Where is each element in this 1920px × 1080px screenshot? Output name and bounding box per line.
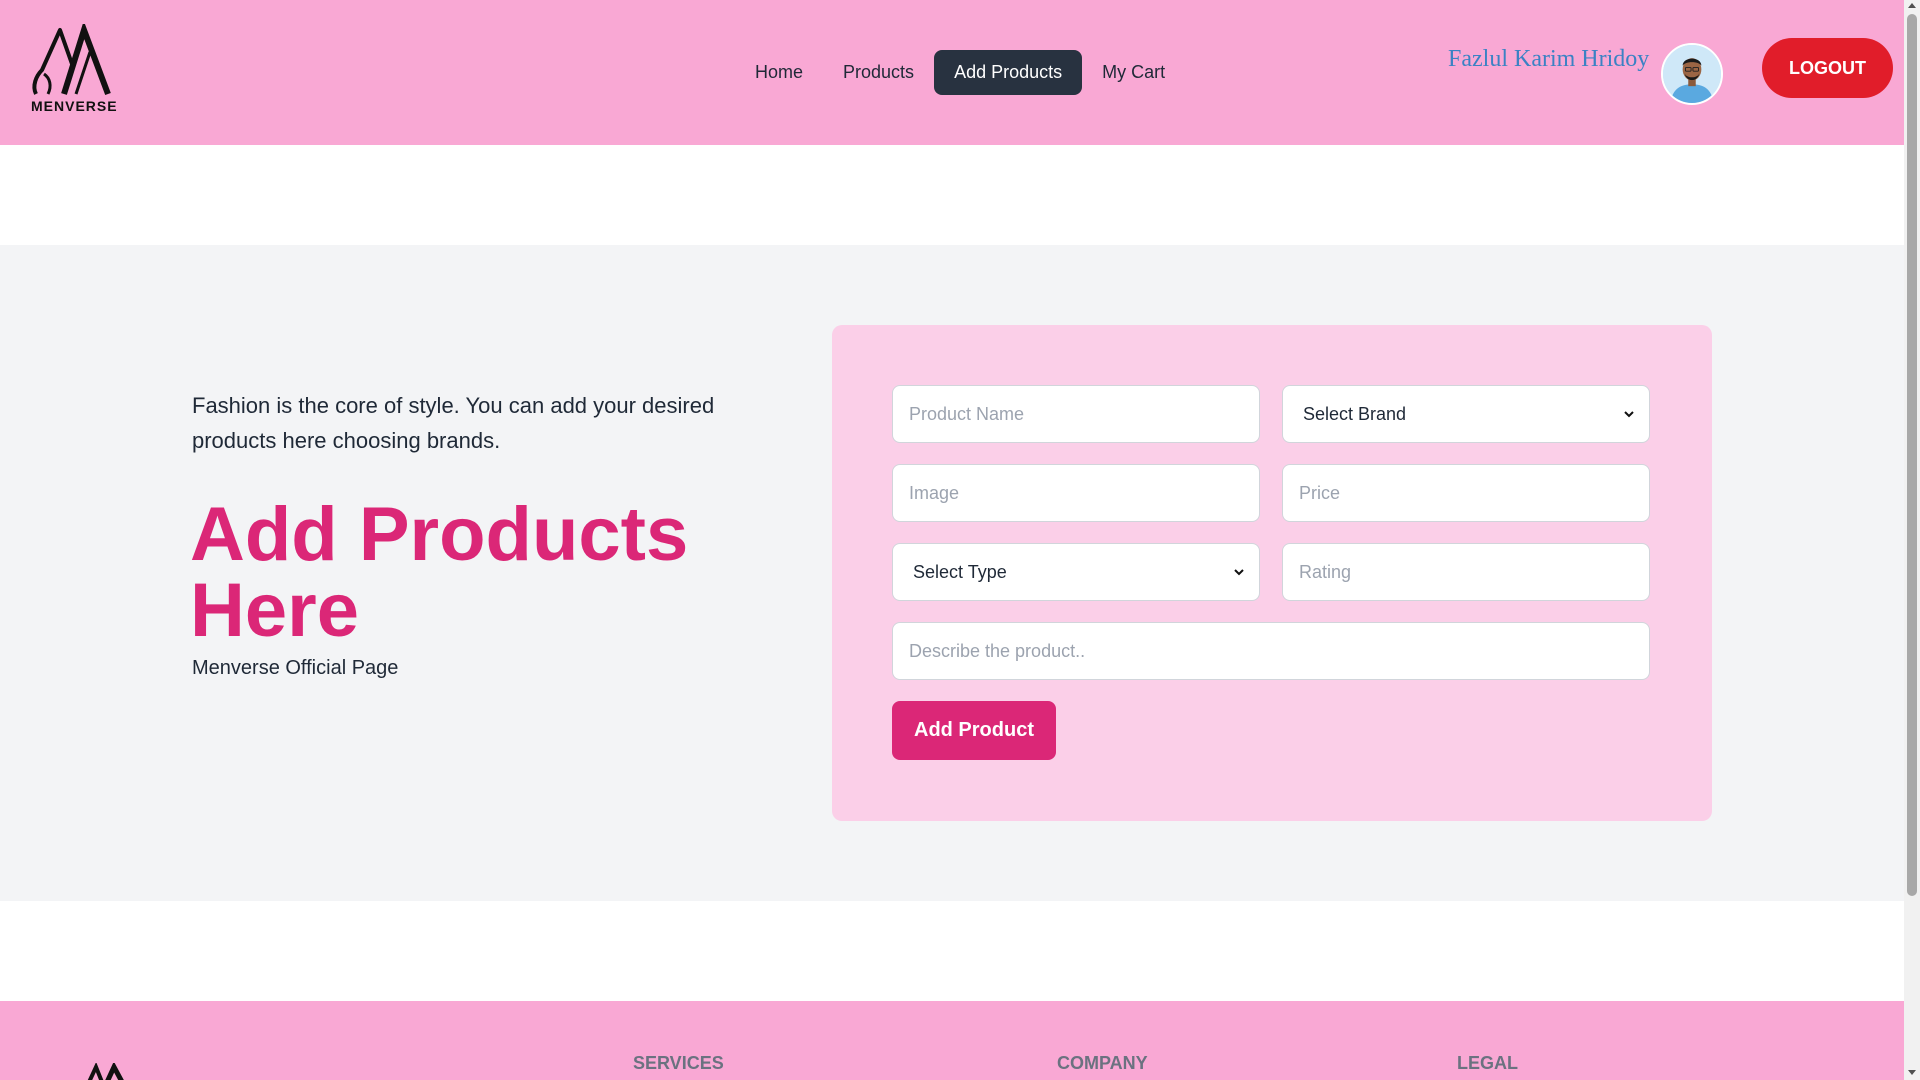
product-name-input[interactable]: Product Name	[892, 385, 1260, 443]
brand-select-value: Select Brand	[1303, 404, 1407, 424]
logout-button[interactable]: LOGOUT	[1762, 38, 1893, 98]
menverse-logo-icon[interactable]	[80, 1063, 140, 1080]
site-footer: SERVICES COMPANY LEGAL	[0, 1001, 1904, 1080]
description-placeholder: Describe the product..	[909, 641, 1086, 661]
rating-placeholder: Rating	[1299, 562, 1352, 582]
footer-heading-services: SERVICES	[633, 1053, 724, 1073]
page-scrollbar[interactable]	[1904, 0, 1920, 1080]
scroll-thumb[interactable]	[1907, 14, 1917, 896]
scroll-down-icon[interactable]	[1908, 1070, 1916, 1075]
user-name: Fazlul Karim Hridoy	[1448, 46, 1650, 72]
product-name-placeholder: Product Name	[909, 404, 1025, 424]
nav-home[interactable]: Home	[735, 50, 823, 95]
scroll-up-icon[interactable]	[1908, 3, 1916, 8]
description-input[interactable]: Describe the product..	[892, 622, 1650, 680]
footer-heading-company: COMPANY	[1057, 1053, 1148, 1073]
page-subtitle: Menverse Official Page	[192, 657, 399, 679]
add-product-button[interactable]: Add Product	[892, 701, 1056, 760]
nav-add-products[interactable]: Add Products	[934, 50, 1083, 95]
site-header: MENVERSE Home Products Add Products My C…	[0, 0, 1904, 145]
image-placeholder: Image	[909, 483, 960, 503]
nav-my-cart[interactable]: My Cart	[1082, 50, 1185, 95]
add-products-section: Fashion is the core of style. You can ad…	[0, 245, 1904, 901]
brand-select[interactable]: Select Brand	[1282, 385, 1650, 443]
nav-products[interactable]: Products	[823, 50, 934, 95]
user-avatar[interactable]	[1661, 43, 1723, 105]
image-input[interactable]: Image	[892, 464, 1260, 522]
type-select-value: Select Type	[913, 562, 1007, 582]
main-nav: Home Products Add Products My Cart	[735, 50, 1185, 95]
add-product-form: Product Name Select Brand Image Price Se…	[832, 325, 1712, 821]
menverse-logo[interactable]: MENVERSE	[30, 24, 120, 116]
avatar-image	[1663, 45, 1721, 103]
type-select[interactable]: Select Type	[892, 543, 1260, 601]
menverse-logo-icon	[32, 24, 111, 96]
chevron-down-icon	[1234, 569, 1244, 576]
footer-heading-legal: LEGAL	[1457, 1053, 1518, 1073]
page-title: Add Products Here	[190, 492, 689, 653]
intro-text: Fashion is the core of style. You can ad…	[192, 393, 715, 453]
price-placeholder: Price	[1299, 483, 1341, 503]
chevron-down-icon	[1624, 411, 1634, 418]
rating-input[interactable]: Rating	[1282, 543, 1650, 601]
price-input[interactable]: Price	[1282, 464, 1650, 522]
logo-text: MENVERSE	[31, 98, 118, 114]
